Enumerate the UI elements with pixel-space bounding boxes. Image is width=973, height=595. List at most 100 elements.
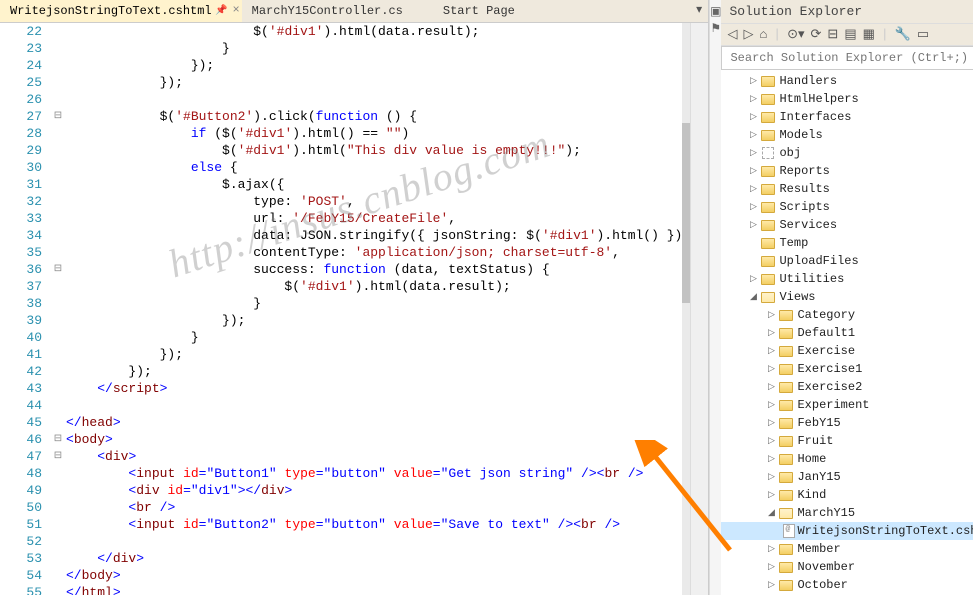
tree-item-uploadfiles[interactable]: UploadFiles: [721, 252, 973, 270]
tab-writejsonstringtotext-cshtml[interactable]: WritejsonStringToText.cshtml📌×: [0, 0, 242, 22]
tree-label: obj: [777, 146, 801, 160]
expand-arrow-icon[interactable]: ▷: [747, 148, 759, 158]
highlight-icon[interactable]: ▭: [917, 27, 929, 42]
expand-arrow-icon[interactable]: ▷: [765, 436, 777, 446]
home-icon[interactable]: ⌂: [759, 27, 767, 42]
tree-item-obj[interactable]: ▷ obj: [721, 144, 973, 162]
expand-arrow-icon[interactable]: ▷: [747, 94, 759, 104]
expand-arrow-icon[interactable]: ▷: [765, 400, 777, 410]
expand-arrow-icon[interactable]: ▷: [765, 328, 777, 338]
tree-item-interfaces[interactable]: ▷Interfaces: [721, 108, 973, 126]
tree-item-category[interactable]: ▷Category: [721, 306, 973, 324]
expand-arrow-icon[interactable]: ▷: [765, 472, 777, 482]
search-input[interactable]: [722, 47, 973, 69]
tree-item-models[interactable]: ▷ Models: [721, 126, 973, 144]
props-icon[interactable]: ▤: [844, 27, 856, 42]
expand-arrow-icon[interactable]: ▷: [765, 382, 777, 392]
expand-arrow-icon[interactable]: ▷: [765, 544, 777, 554]
tab-start-page[interactable]: Start Page: [433, 0, 545, 22]
tree-item-exercise[interactable]: ▷ Exercise: [721, 342, 973, 360]
tree-item-handlers[interactable]: ▷Handlers: [721, 72, 973, 90]
expand-arrow-icon[interactable]: ◢: [765, 508, 777, 518]
tree-item-exercise2[interactable]: ▷Exercise2: [721, 378, 973, 396]
side-tool-icons: ▣ ⚑: [709, 0, 721, 595]
tree-label: Fruit: [795, 434, 833, 448]
expand-arrow-icon[interactable]: ▷: [747, 112, 759, 122]
tree-label: Services: [777, 218, 837, 232]
fold-toggle[interactable]: ⊟: [50, 431, 66, 448]
fold-toggle[interactable]: ⊟: [50, 261, 66, 278]
tree-label: Utilities: [777, 272, 844, 286]
expand-arrow-icon[interactable]: ▷: [765, 580, 777, 590]
tree-item-home[interactable]: ▷Home: [721, 450, 973, 468]
showall-icon[interactable]: ▦: [863, 27, 875, 42]
tree-label: WritejsonStringToText.cshtml: [795, 524, 973, 538]
expand-arrow-icon[interactable]: ▷: [765, 454, 777, 464]
tree-item-kind[interactable]: ▷Kind: [721, 486, 973, 504]
expand-arrow-icon[interactable]: ▷: [765, 490, 777, 500]
tree-item-november[interactable]: ▷November: [721, 558, 973, 576]
wrench-icon[interactable]: 🔧: [895, 27, 911, 42]
expand-arrow-icon[interactable]: ▷: [765, 562, 777, 572]
tree-item-jany15[interactable]: ▷JanY15: [721, 468, 973, 486]
fold-toggle[interactable]: ⊟: [50, 108, 66, 125]
scroll-track[interactable]: [682, 23, 690, 595]
tree-item-marchy15[interactable]: ◢MarchY15: [721, 504, 973, 522]
tree-item-services[interactable]: ▷ Services: [721, 216, 973, 234]
tree-item-experiment[interactable]: ▷Experiment: [721, 396, 973, 414]
tree-label: Exercise1: [795, 362, 862, 376]
tree-label: FebY15: [795, 416, 840, 430]
folder-icon: [777, 544, 795, 555]
solution-explorer: Solution Explorer ◁▷⌂|⊙▾⟳⊟▤▦|🔧▭ ▷Handler…: [721, 0, 973, 595]
tree-item-temp[interactable]: Temp: [721, 234, 973, 252]
folder-icon: [777, 364, 795, 375]
tree-item-exercise1[interactable]: ▷ Exercise1: [721, 360, 973, 378]
tree-label: Exercise: [795, 344, 855, 358]
folder-icon: [777, 562, 795, 573]
tree-item-htmlhelpers[interactable]: ▷HtmlHelpers: [721, 90, 973, 108]
tree-item-scripts[interactable]: ▷Scripts: [721, 198, 973, 216]
tree-item-utilities[interactable]: ▷ Utilities: [721, 270, 973, 288]
close-icon[interactable]: ×: [232, 3, 239, 17]
pin-icon[interactable]: 📌: [215, 5, 227, 17]
toolbox-icon[interactable]: ▣: [710, 4, 721, 19]
obj-folder-icon: [759, 147, 777, 159]
expand-arrow-icon[interactable]: ▷: [747, 76, 759, 86]
folder-icon: [777, 382, 795, 393]
fold-toggle[interactable]: ⊟: [50, 448, 66, 465]
expand-arrow-icon[interactable]: ▷: [747, 166, 759, 176]
expand-arrow-icon[interactable]: ▷: [747, 202, 759, 212]
tree-item-writejsonstringtotext-cshtml[interactable]: WritejsonStringToText.cshtml: [721, 522, 973, 540]
tree-item-october[interactable]: ▷October: [721, 576, 973, 594]
expand-arrow-icon[interactable]: ▷: [747, 130, 759, 140]
back-icon[interactable]: ◁: [727, 27, 737, 42]
expand-arrow-icon[interactable]: ▷: [747, 184, 759, 194]
tree-label: Models: [777, 128, 822, 142]
refresh-icon[interactable]: ⟳: [811, 27, 822, 42]
folder-icon: [777, 580, 795, 591]
folder-icon: [759, 76, 777, 87]
tabs-overflow-icon[interactable]: ▾: [690, 0, 708, 22]
fwd-icon[interactable]: ▷: [743, 27, 753, 42]
tree-item-default1[interactable]: ▷Default1: [721, 324, 973, 342]
server-icon[interactable]: ⚑: [710, 21, 721, 36]
vertical-scrollbar[interactable]: [690, 23, 708, 595]
expand-arrow-icon[interactable]: ▷: [765, 346, 777, 356]
scroll-thumb[interactable]: [682, 123, 690, 303]
tab-marchy15controller-cs[interactable]: MarchY15Controller.cs: [242, 0, 433, 22]
expand-arrow-icon[interactable]: ▷: [747, 220, 759, 230]
expand-arrow-icon[interactable]: ▷: [747, 274, 759, 284]
expand-arrow-icon[interactable]: ▷: [765, 310, 777, 320]
tree-item-member[interactable]: ▷Member: [721, 540, 973, 558]
expand-arrow-icon[interactable]: ◢: [747, 292, 759, 302]
tree-item-reports[interactable]: ▷Reports: [721, 162, 973, 180]
expand-arrow-icon[interactable]: ▷: [765, 418, 777, 428]
code-editor[interactable]: $('#div1').html(data.result); } }); }); …: [66, 23, 690, 595]
collapse-icon[interactable]: ⊟: [827, 27, 838, 42]
tree-item-results[interactable]: ▷Results: [721, 180, 973, 198]
expand-arrow-icon[interactable]: ▷: [765, 364, 777, 374]
tree-item-feby15[interactable]: ▷ FebY15: [721, 414, 973, 432]
scope-icon[interactable]: ⊙▾: [787, 27, 804, 42]
tree-item-views[interactable]: ◢Views: [721, 288, 973, 306]
tree-item-fruit[interactable]: ▷ Fruit: [721, 432, 973, 450]
